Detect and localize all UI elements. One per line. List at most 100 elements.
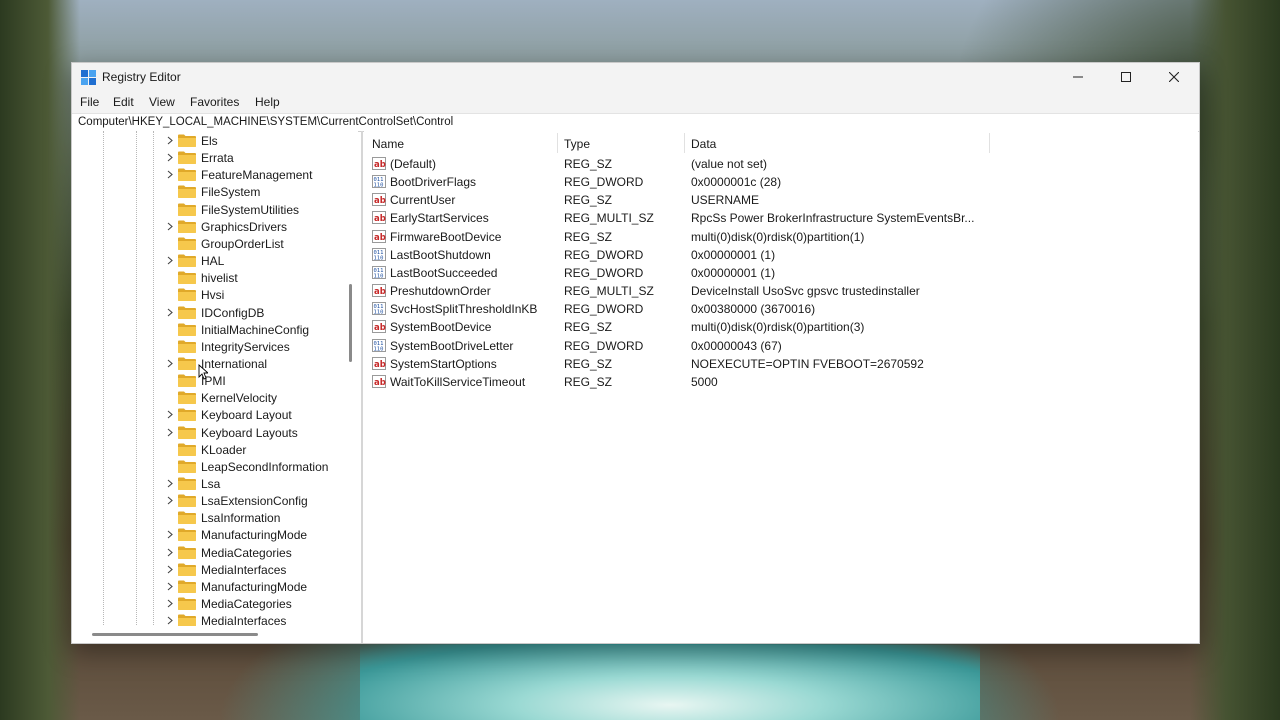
tree-item-label: ManufacturingMode (201, 579, 308, 594)
value-type: REG_DWORD (564, 265, 644, 280)
tree-item[interactable]: FileSystem (72, 183, 358, 200)
tree-item[interactable]: Els (72, 132, 358, 149)
chevron-right-icon[interactable] (166, 359, 174, 368)
folder-icon (178, 494, 196, 508)
tree-item[interactable]: Keyboard Layout (72, 406, 358, 423)
chevron-right-icon[interactable] (166, 428, 174, 437)
tree-item[interactable]: GroupOrderList (72, 235, 358, 252)
tree-item[interactable]: Errata (72, 149, 358, 166)
address-bar[interactable]: Computer\HKEY_LOCAL_MACHINE\SYSTEM\Curre… (72, 113, 1199, 132)
chevron-right-icon[interactable] (166, 565, 174, 574)
value-row[interactable]: ab FirmwareBootDevice REG_SZ multi(0)disk(0… (364, 228, 1198, 246)
chevron-right-icon[interactable] (166, 170, 174, 179)
value-name: WaitToKillServiceTimeout (390, 374, 526, 389)
tree-item[interactable]: LsaInformation (72, 509, 358, 526)
tree-item[interactable]: LsaExtensionConfig (72, 492, 358, 509)
column-header-type[interactable]: Type (564, 137, 590, 151)
tree-item[interactable]: KLoader (72, 441, 358, 458)
value-name: LastBootSucceeded (390, 265, 498, 280)
value-type: REG_DWORD (564, 338, 644, 353)
tree-item[interactable]: HAL (72, 252, 358, 269)
value-row[interactable]: ab PreshutdownOrder REG_MULTI_SZ DeviceInst… (364, 282, 1198, 300)
chevron-right-icon[interactable] (166, 479, 174, 488)
pane-splitter[interactable] (361, 131, 363, 643)
value-row[interactable]: 011 110 SvcHostSplitThresholdInKB REG_DWORD… (364, 300, 1198, 318)
menu-edit[interactable]: Edit (113, 95, 134, 109)
value-row[interactable]: 011 110 SystemBootDriveLetter REG_DWORD 0x00… (364, 337, 1198, 355)
close-button[interactable] (1150, 63, 1198, 91)
column-header-data[interactable]: Data (691, 137, 716, 151)
value-row[interactable]: ab WaitToKillServiceTimeout REG_SZ 5000 (364, 373, 1198, 391)
value-data: multi(0)disk(0)rdisk(0)partition(3) (691, 320, 865, 335)
chevron-right-icon[interactable] (166, 582, 174, 591)
tree-vertical-scrollbar[interactable] (344, 131, 358, 625)
svg-text:ab: ab (374, 287, 386, 297)
chevron-right-icon[interactable] (166, 222, 174, 231)
tree-item[interactable]: Keyboard Layouts (72, 424, 358, 441)
tree-item[interactable]: IPMI (72, 372, 358, 389)
chevron-right-icon[interactable] (166, 308, 174, 317)
desktop-wallpaper-left (0, 0, 80, 720)
tree-item[interactable]: KernelVelocity (72, 389, 358, 406)
tree-item[interactable]: IDConfigDB (72, 304, 358, 321)
tree-item[interactable]: Hvsi (72, 286, 358, 303)
tree-item[interactable]: GraphicsDrivers (72, 218, 358, 235)
tree-item[interactable]: ManufacturingMode (72, 526, 358, 543)
tree-item[interactable]: FeatureManagement (72, 166, 358, 183)
menu-view[interactable]: View (149, 95, 175, 109)
value-row[interactable]: 011 110 BootDriverFlags REG_DWORD 0x0000001c… (364, 173, 1198, 191)
tree-item[interactable]: IntegrityServices (72, 338, 358, 355)
menu-favorites[interactable]: Favorites (190, 95, 239, 109)
tree-item[interactable]: InitialMachineConfig (72, 321, 358, 338)
tree-item[interactable]: LeapSecondInformation (72, 458, 358, 475)
svg-text:110: 110 (374, 183, 384, 189)
tree-item[interactable]: MediaInterfaces (72, 561, 358, 578)
column-divider[interactable] (684, 133, 685, 153)
chevron-right-icon[interactable] (166, 599, 174, 608)
tree-item[interactable]: FileSystemUtilities (72, 201, 358, 218)
chevron-right-icon[interactable] (166, 136, 174, 145)
value-row[interactable]: 011 110 LastBootShutdown REG_DWORD 0x0000000… (364, 246, 1198, 264)
tree-item-label: International (201, 356, 268, 371)
minimize-button[interactable] (1054, 63, 1102, 91)
value-name: CurrentUser (390, 193, 456, 208)
tree-item[interactable]: ManufacturingMode (72, 578, 358, 595)
value-row[interactable]: ab CurrentUser REG_SZ USERNAME (364, 191, 1198, 209)
tree-item[interactable]: MediaCategories (72, 595, 358, 612)
value-row[interactable]: ab (Default) REG_SZ (value not set) (364, 155, 1198, 173)
column-divider[interactable] (557, 133, 558, 153)
chevron-right-icon[interactable] (166, 256, 174, 265)
key-tree-pane[interactable]: Els Errata FeatureManagement FileSystem File… (72, 131, 358, 643)
tree-item[interactable]: Lsa (72, 475, 358, 492)
menu-help[interactable]: Help (255, 95, 280, 109)
tree-item[interactable]: hivelist (72, 269, 358, 286)
column-divider[interactable] (989, 133, 990, 153)
value-row[interactable]: 011 110 LastBootSucceeded REG_DWORD 0x000000… (364, 264, 1198, 282)
tree-vertical-scroll-thumb[interactable] (349, 284, 352, 362)
value-row[interactable]: ab SystemStartOptions REG_SZ NOEXECUTE=OPT… (364, 355, 1198, 373)
folder-icon (178, 563, 196, 576)
chevron-right-icon[interactable] (166, 530, 174, 539)
chevron-right-icon[interactable] (166, 410, 174, 419)
tree-item[interactable]: MediaCategories (72, 544, 358, 561)
tree-item-label: IntegrityServices (201, 339, 290, 354)
maximize-button[interactable] (1102, 63, 1150, 91)
string-value-icon: ab (372, 356, 386, 370)
svg-text:ab: ab (374, 160, 386, 170)
folder-icon (178, 323, 196, 336)
value-row[interactable]: ab SystemBootDevice REG_SZ multi(0)disk(0)r… (364, 318, 1198, 336)
value-row[interactable]: ab EarlyStartServices REG_MULTI_SZ RpcSs Po… (364, 209, 1198, 227)
tree-item[interactable]: International (72, 355, 358, 372)
value-data: 0x0000001c (28) (691, 175, 782, 190)
chevron-right-icon[interactable] (166, 616, 174, 625)
tree-horizontal-scroll-thumb[interactable] (92, 633, 258, 636)
column-header-name[interactable]: Name (372, 137, 404, 151)
chevron-right-icon[interactable] (166, 548, 174, 557)
chevron-right-icon[interactable] (166, 496, 174, 505)
values-pane[interactable]: Name Type Data ab (Default) REG_SZ (value n… (364, 131, 1198, 643)
title-bar[interactable]: Registry Editor (72, 63, 1199, 91)
tree-horizontal-scrollbar[interactable] (72, 626, 344, 643)
chevron-right-icon[interactable] (166, 153, 174, 162)
address-path[interactable]: Computer\HKEY_LOCAL_MACHINE\SYSTEM\Curre… (78, 116, 453, 128)
menu-file[interactable]: File (80, 95, 99, 109)
